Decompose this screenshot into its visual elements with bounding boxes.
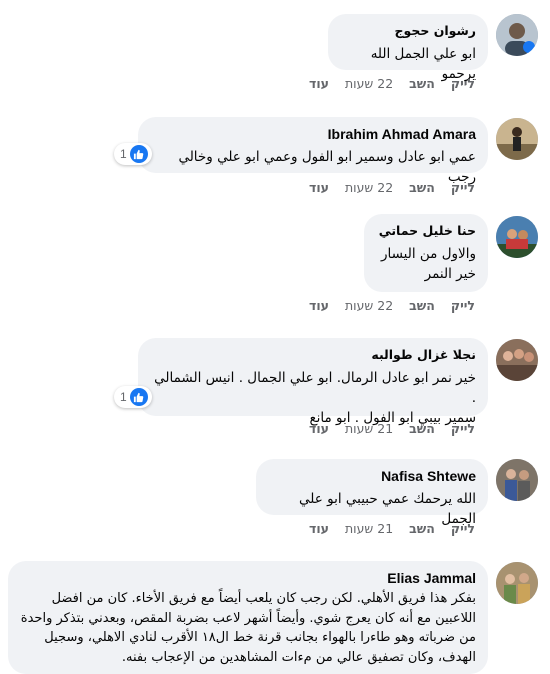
reaction-count[interactable]: 1 <box>114 386 152 408</box>
more-button[interactable]: עוד <box>309 521 329 536</box>
avatar[interactable] <box>496 339 538 381</box>
reply-button[interactable]: השב <box>409 76 435 91</box>
comment-bubble: رشوان حجوج ابو علي الجمل الله يرحمو <box>328 14 488 82</box>
comment-actions: לייק השב 22 שעות עוד <box>309 76 475 91</box>
comment-bubble: Elias Jammal بفكر هذا فريق الأهلي. لكن ر… <box>8 561 488 674</box>
comment-text: خير نمر ابو عادل الرمال. ابو علي الجمال … <box>154 370 476 426</box>
more-button[interactable]: עוד <box>309 76 329 91</box>
avatar[interactable] <box>496 14 538 56</box>
avatar[interactable] <box>496 118 538 160</box>
like-icon <box>129 388 148 406</box>
reaction-count-value: 1 <box>120 147 127 161</box>
avatar[interactable] <box>496 216 538 258</box>
comment-text: بفكر هذا فريق الأهلي. لكن رجب كان يلعب أ… <box>20 591 476 665</box>
comment-bubble: Nafisa Shtewe الله يرحمك عمي حبيبي ابو ع… <box>256 459 488 527</box>
comment-bubble: نجلا غزال طوالبه خير نمر ابو عادل الرمال… <box>138 338 488 426</box>
comment-bubble: Ibrahim Ahmad Amara عمي ابو عادل وسمير ا… <box>138 117 488 185</box>
comment-actions: לייק השב 22 שעות עוד <box>309 298 475 313</box>
like-button[interactable]: לייק <box>451 180 475 195</box>
comment-author[interactable]: Elias Jammal <box>20 569 476 587</box>
comment-timestamp[interactable]: 22 שעות <box>345 298 393 313</box>
comment-timestamp[interactable]: 22 שעות <box>345 180 393 195</box>
avatar[interactable] <box>496 459 538 501</box>
reaction-count-value: 1 <box>120 390 127 404</box>
comment-text: والاول من اليسار خير النمر <box>380 246 476 282</box>
reply-button[interactable]: השב <box>409 180 435 195</box>
reply-button[interactable]: השב <box>409 421 435 436</box>
reply-button[interactable]: השב <box>409 521 435 536</box>
more-button[interactable]: עוד <box>309 298 329 313</box>
like-button[interactable]: לייק <box>451 521 475 536</box>
comment-author[interactable]: Ibrahim Ahmad Amara <box>150 125 476 143</box>
avatar[interactable] <box>496 562 538 604</box>
like-icon <box>129 145 148 163</box>
comment-actions: לייק השב 21 שעות עוד <box>309 421 475 436</box>
reply-button[interactable]: השב <box>409 298 435 313</box>
like-button[interactable]: לייק <box>451 298 475 313</box>
more-button[interactable]: עוד <box>309 180 329 195</box>
comment-author[interactable]: رشوان حجوج <box>340 22 477 40</box>
comment-actions: לייק השב 21 שעות עוד <box>309 521 475 536</box>
comment-author[interactable]: حنا خليل حماتي <box>376 222 476 240</box>
like-button[interactable]: לייק <box>451 421 475 436</box>
comment-bubble: حنا خليل حماتي والاول من اليسار خير النم… <box>364 214 488 292</box>
comment-timestamp[interactable]: 21 שעות <box>345 421 393 436</box>
comment-actions: לייק השב 22 שעות עוד <box>309 180 475 195</box>
comment-author[interactable]: Nafisa Shtewe <box>268 467 476 485</box>
more-button[interactable]: עוד <box>309 421 329 436</box>
comment-author[interactable]: نجلا غزال طوالبه <box>150 346 476 364</box>
like-button[interactable]: לייק <box>451 76 475 91</box>
reaction-count[interactable]: 1 <box>114 143 152 165</box>
comment-timestamp[interactable]: 22 שעות <box>345 76 393 91</box>
comment-timestamp[interactable]: 21 שעות <box>345 521 393 536</box>
